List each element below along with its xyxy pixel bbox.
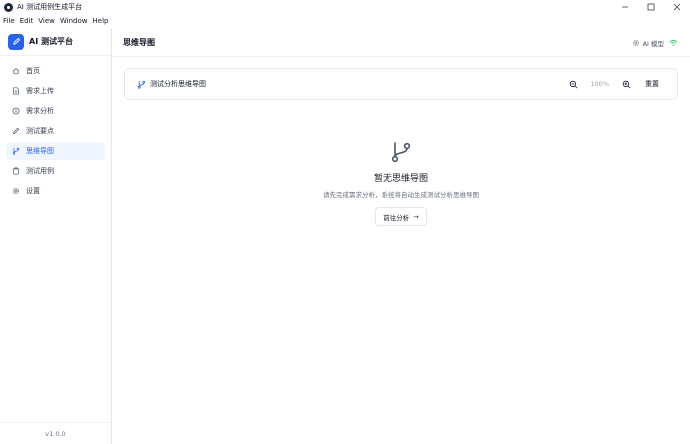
sidebar-item-label: 需求分析 xyxy=(26,107,54,115)
sidebar-item-settings[interactable]: 设置 xyxy=(6,182,105,200)
menu-window[interactable]: Window xyxy=(60,17,88,25)
git-branch-icon xyxy=(12,147,20,155)
ai-model-label: AI 模型 xyxy=(642,39,664,48)
empty-state: 暂无思维导图 请先完成需求分析，系统将自动生成测试分析思维导图 前往分析 → xyxy=(112,140,690,226)
go-to-analysis-label: 前往分析 xyxy=(383,213,410,222)
sidebar-item-test-points[interactable]: 测试要点 xyxy=(6,122,105,140)
sidebar-item-requirement-analysis[interactable]: 需求分析 xyxy=(6,102,105,120)
close-icon[interactable] xyxy=(664,0,690,14)
sidebar-item-label: 设置 xyxy=(26,187,40,195)
menu-help[interactable]: Help xyxy=(93,17,109,25)
git-branch-icon xyxy=(137,80,146,89)
pencil-icon xyxy=(12,127,20,135)
window-controls xyxy=(612,0,690,14)
zoom-in-button[interactable] xyxy=(619,77,633,91)
menu-view[interactable]: View xyxy=(38,17,55,25)
main-header: 思维导图 AI 模型 xyxy=(112,28,690,57)
ai-model-status[interactable]: AI 模型 xyxy=(632,28,678,57)
sidebar-item-requirement-upload[interactable]: 需求上传 xyxy=(6,82,105,100)
sidebar-item-label: 测试要点 xyxy=(26,127,54,135)
gear-icon xyxy=(12,187,20,195)
sidebar: AI 测试平台 首页 需求上传 需求分析 测试要点 思维导图 测试用例 设置 v… xyxy=(0,28,112,444)
go-to-analysis-button[interactable]: 前往分析 → xyxy=(375,207,427,226)
empty-state-title: 暂无思维导图 xyxy=(373,174,428,184)
analysis-icon xyxy=(12,107,20,115)
title-bar: AI 测试用例生成平台 xyxy=(0,0,690,14)
zoom-level: 100% xyxy=(590,80,609,88)
maximize-icon[interactable] xyxy=(638,0,664,14)
file-text-icon xyxy=(13,87,19,95)
brand-name: AI 测试平台 xyxy=(29,37,73,46)
clipboard-icon xyxy=(13,167,19,175)
pencil-logo-icon xyxy=(8,33,24,50)
window-title: AI 测试用例生成平台 xyxy=(17,3,83,11)
wifi-icon xyxy=(669,39,678,46)
settings-icon xyxy=(632,39,639,46)
empty-state-description: 请先完成需求分析，系统将自动生成测试分析思维导图 xyxy=(323,191,479,199)
home-icon xyxy=(12,67,20,75)
sidebar-nav: 首页 需求上传 需求分析 测试要点 思维导图 测试用例 设置 xyxy=(0,56,111,208)
menu-bar: File Edit View Window Help xyxy=(0,14,690,28)
sidebar-item-test-cases[interactable]: 测试用例 xyxy=(6,162,105,180)
brand: AI 测试平台 xyxy=(0,28,111,56)
zoom-out-icon xyxy=(569,80,578,88)
app-logo-icon xyxy=(4,2,13,12)
mind-map-toolbar: 测试分析思维导图 100% 重置 xyxy=(124,68,678,100)
mind-map-title: 测试分析思维导图 xyxy=(150,80,206,88)
sidebar-item-mind-map[interactable]: 思维导图 xyxy=(6,142,105,160)
sidebar-item-label: 思维导图 xyxy=(26,147,54,155)
page-title: 思维导图 xyxy=(123,37,155,47)
sidebar-item-home[interactable]: 首页 xyxy=(6,62,105,80)
menu-file[interactable]: File xyxy=(3,17,15,25)
reset-button[interactable]: 重置 xyxy=(645,79,659,89)
menu-edit[interactable]: Edit xyxy=(20,17,34,25)
app-version: v1.0.0 xyxy=(0,422,111,444)
zoom-out-button[interactable] xyxy=(566,77,580,91)
minimize-icon[interactable] xyxy=(612,0,638,14)
sidebar-item-label: 测试用例 xyxy=(26,167,54,175)
zoom-in-icon xyxy=(622,80,630,88)
sidebar-item-label: 需求上传 xyxy=(26,87,54,95)
git-branch-icon xyxy=(391,142,411,163)
sidebar-item-label: 首页 xyxy=(26,67,40,75)
arrow-right-icon: → xyxy=(413,212,419,221)
